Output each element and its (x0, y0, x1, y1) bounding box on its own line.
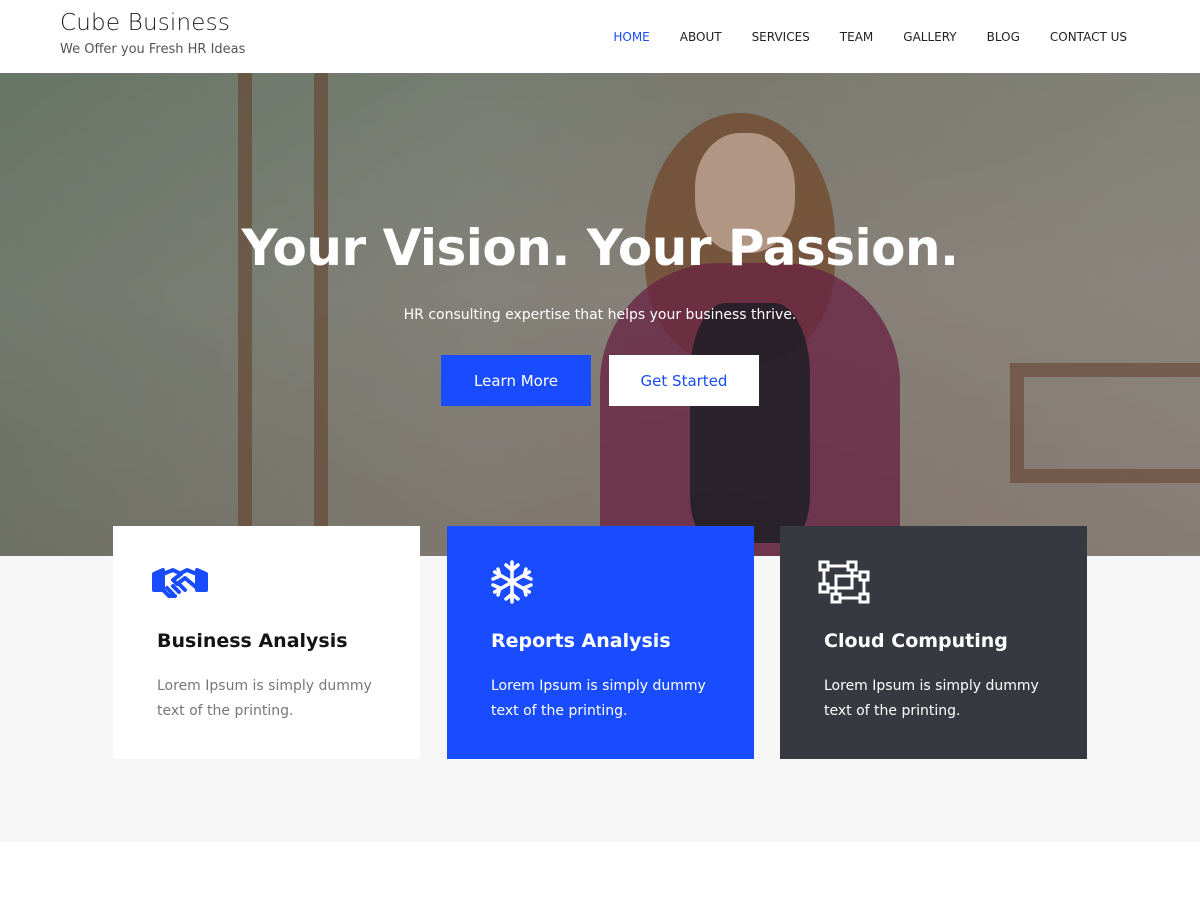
nav-item-team[interactable]: TEAM (825, 29, 888, 45)
feature-card-business-analysis[interactable]: Business Analysis Lorem Ipsum is simply … (113, 526, 420, 759)
nav-item-gallery[interactable]: GALLERY (888, 29, 971, 45)
hero-buttons: Learn More Get Started (441, 355, 759, 406)
site-title[interactable]: Cube Business (60, 9, 245, 37)
handshake-icon (152, 568, 208, 598)
feature-card-text: Lorem Ipsum is simply dummy text of the … (157, 678, 372, 719)
nav-item-blog[interactable]: BLOG (972, 29, 1035, 45)
site-tagline: We Offer you Fresh HR Ideas (60, 42, 246, 57)
feature-card-title: Cloud Computing (824, 630, 1008, 652)
brand: Cube Business We Offer you Fresh HR Idea… (60, 9, 245, 57)
feature-card-title: Business Analysis (157, 630, 348, 652)
nav-item-home[interactable]: HOME (598, 29, 664, 45)
nav-item-about[interactable]: ABOUT (665, 29, 737, 45)
get-started-button[interactable]: Get Started (609, 355, 759, 406)
feature-card-reports-analysis[interactable]: Reports Analysis Lorem Ipsum is simply d… (447, 526, 754, 759)
nav-item-contact-us[interactable]: CONTACT US (1035, 29, 1127, 45)
hero-title: Your Vision. Your Passion. (241, 219, 959, 277)
snowflake-icon (491, 560, 533, 604)
feature-card-title: Reports Analysis (491, 630, 671, 652)
main-nav: HOME ABOUT SERVICES TEAM GALLERY BLOG CO… (598, 29, 1127, 45)
hero-section: Your Vision. Your Passion. HR consulting… (0, 73, 1200, 556)
hero-subtitle: HR consulting expertise that helps your … (403, 307, 797, 323)
cloud-nodes-icon (818, 560, 870, 604)
learn-more-button[interactable]: Learn More (441, 355, 591, 406)
feature-card-text: Lorem Ipsum is simply dummy text of the … (824, 678, 1039, 719)
feature-card-cloud-computing[interactable]: Cloud Computing Lorem Ipsum is simply du… (780, 526, 1087, 759)
site-header: Cube Business We Offer you Fresh HR Idea… (0, 0, 1200, 73)
nav-item-services[interactable]: SERVICES (737, 29, 825, 45)
feature-card-text: Lorem Ipsum is simply dummy text of the … (491, 678, 706, 719)
hero-content: Your Vision. Your Passion. HR consulting… (0, 73, 1200, 556)
